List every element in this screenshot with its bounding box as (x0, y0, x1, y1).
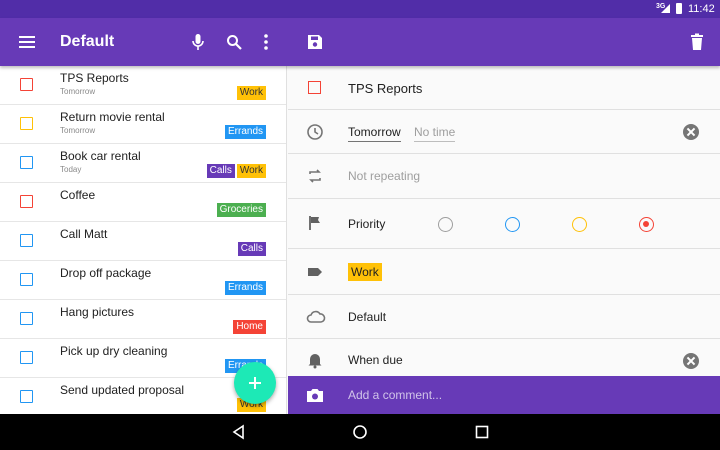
repeat-row[interactable]: Not repeating (288, 154, 720, 199)
priority-label: Priority (348, 217, 386, 231)
app-bar: Default (0, 18, 720, 66)
bell-icon (308, 354, 322, 369)
task-checkbox[interactable] (20, 273, 33, 286)
status-time: 11:42 (688, 3, 715, 15)
comment-bar: Add a comment... (288, 376, 720, 414)
label-icon (308, 268, 322, 276)
detail-title[interactable]: TPS Reports (348, 81, 422, 96)
task-checkbox[interactable] (20, 312, 33, 325)
priority-high-radio[interactable] (639, 217, 654, 232)
due-time-field[interactable]: No time (414, 125, 456, 142)
tag-chip: Calls (206, 164, 235, 178)
tag-chip: Calls (237, 242, 266, 256)
recents-icon[interactable] (474, 424, 490, 440)
task-title: Pick up dry cleaning (60, 344, 168, 358)
navigation-bar (0, 414, 720, 450)
tag-chip: Work (348, 263, 382, 281)
delete-icon[interactable] (685, 30, 709, 54)
detail-checkbox[interactable] (308, 81, 321, 94)
comment-input[interactable]: Add a comment... (348, 388, 442, 402)
clear-reminder-icon[interactable] (683, 353, 699, 369)
task-row[interactable]: Return movie rental Tomorrow Errands (0, 105, 286, 144)
task-title: Call Matt (60, 227, 108, 241)
task-row[interactable]: Coffee Groceries (0, 183, 286, 222)
task-title: Send updated proposal (60, 383, 185, 397)
task-row[interactable]: Call Matt Calls (0, 222, 286, 261)
search-icon[interactable] (222, 30, 246, 54)
list-row[interactable]: Default (288, 295, 720, 339)
tag-chip: Work (236, 164, 266, 178)
signal-icon (661, 4, 670, 13)
task-due: Today (60, 165, 82, 174)
task-title: TPS Reports (60, 71, 129, 85)
task-row[interactable]: Drop off package Errands (0, 261, 286, 300)
list-title: Default (60, 33, 115, 50)
due-row: Tomorrow No time (288, 110, 720, 154)
priority-low-radio[interactable] (505, 217, 520, 232)
microphone-icon[interactable] (186, 30, 210, 54)
due-date-field[interactable]: Tomorrow (348, 125, 401, 142)
task-title: Drop off package (60, 266, 152, 280)
status-bar: 3G 11:42 (0, 0, 720, 18)
add-task-button[interactable] (234, 362, 276, 404)
task-title: Coffee (60, 188, 96, 202)
task-title: Return movie rental (60, 110, 165, 124)
camera-icon[interactable] (306, 387, 324, 403)
priority-none-radio[interactable] (438, 217, 453, 232)
repeat-value: Not repeating (348, 169, 421, 183)
task-row[interactable]: Hang pictures Home (0, 300, 286, 339)
tag-chip: Home (233, 320, 266, 334)
reminder-row[interactable]: When due (288, 339, 720, 376)
back-icon[interactable] (231, 424, 247, 440)
tag-chip: Errands (224, 125, 266, 139)
home-icon[interactable] (352, 424, 368, 440)
save-icon[interactable] (303, 30, 327, 54)
battery-icon (676, 3, 682, 14)
reminder-value: When due (348, 353, 403, 367)
task-checkbox[interactable] (20, 351, 33, 364)
menu-icon[interactable] (19, 36, 35, 48)
overflow-menu-icon[interactable] (254, 30, 278, 54)
task-title: Book car rental (60, 149, 141, 163)
list-value: Default (348, 310, 387, 324)
tag-chip: Groceries (216, 203, 266, 217)
priority-medium-radio[interactable] (572, 217, 587, 232)
repeat-icon (309, 169, 321, 183)
task-checkbox[interactable] (20, 195, 33, 208)
task-checkbox[interactable] (20, 78, 33, 91)
flag-icon (309, 216, 320, 230)
task-checkbox[interactable] (20, 390, 33, 403)
task-list: TPS Reports Tomorrow Work Return movie r… (0, 66, 287, 414)
clear-due-icon[interactable] (683, 124, 699, 140)
task-detail: TPS Reports Tomorrow No time Not repeati… (288, 66, 720, 376)
task-row[interactable]: Book car rental Today Calls Work (0, 144, 286, 183)
clock-icon (307, 124, 323, 140)
task-checkbox[interactable] (20, 234, 33, 247)
task-checkbox[interactable] (20, 156, 33, 169)
priority-row: Priority (288, 199, 720, 249)
tags-row[interactable]: Work (288, 249, 720, 295)
detail-title-row: TPS Reports (288, 66, 720, 110)
task-title: Hang pictures (60, 305, 135, 319)
cloud-icon (306, 310, 326, 323)
task-due: Tomorrow (60, 87, 96, 96)
task-due: Tomorrow (60, 126, 96, 135)
task-row[interactable]: TPS Reports Tomorrow Work (0, 66, 286, 105)
tag-chip: Work (236, 86, 266, 100)
task-checkbox[interactable] (20, 117, 33, 130)
tag-chip: Errands (224, 281, 266, 295)
